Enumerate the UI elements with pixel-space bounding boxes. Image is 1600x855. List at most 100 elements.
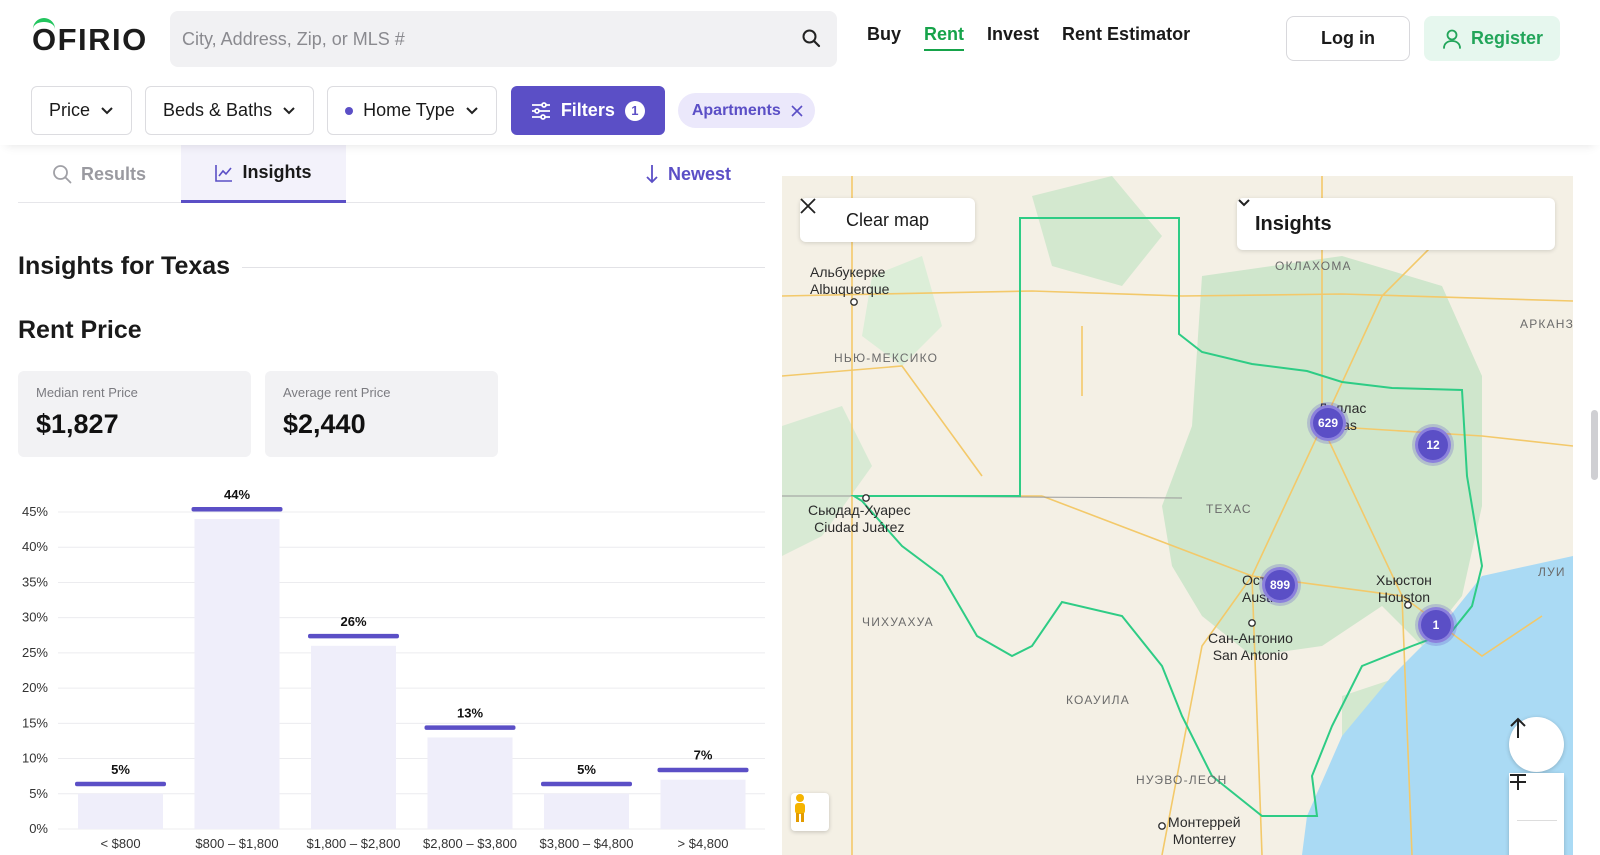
pegman-icon [795,794,805,822]
bar-value-label: 5% [111,762,130,777]
median-rent-card: Median rent Price $1,827 [18,371,251,457]
map-label-arkansas: АРКАНЗ [1520,317,1573,331]
y-tick-label: 45% [22,504,48,519]
beds-baths-filter[interactable]: Beds & Baths [145,86,315,135]
y-tick-label: 25% [22,645,48,660]
average-rent-value: $2,440 [283,409,366,439]
active-dot [345,106,354,115]
sort-control[interactable]: Newest [646,145,731,203]
search-icon [53,165,72,184]
chevron-down-icon [283,106,295,114]
y-tick-label: 10% [22,751,48,766]
map-view[interactable]: Clear map Insights Альбукерке Albuquerque… [782,176,1573,855]
rent-price-chart: 0% 5% 10% 15% 20% 25% 30% 35% 40% 45% 5% < $800 44% $… [22,487,765,851]
price-filter[interactable]: Price [31,86,133,135]
bar-value-label: 13% [457,705,483,720]
tab-results[interactable]: Results [52,145,146,203]
home-type-label: Home Type [363,100,455,120]
main-nav: Buy Rent Invest Rent Estimator [867,24,1190,51]
sliders-icon [531,101,550,120]
map-layer-dropdown[interactable]: Insights [1237,198,1555,250]
price-filter-label: Price [49,100,91,120]
tab-insights-label: Insights [242,162,312,182]
nav-buy[interactable]: Buy [867,24,901,51]
register-button[interactable]: Register [1424,16,1560,61]
filters-count-badge: 1 [624,100,645,121]
close-icon[interactable] [791,104,803,117]
chart-bar [78,793,163,829]
ofirio-logo[interactable]: OFIRIO [32,16,148,60]
chart-bar [660,779,746,829]
zoom-out-button[interactable] [1509,774,1564,855]
clear-map-button[interactable]: Clear map [800,198,975,242]
tab-insights[interactable]: Insights [181,145,346,203]
chart-bar [311,645,396,829]
nav-rent[interactable]: Rent [924,24,965,51]
bar-value-label: 7% [694,748,713,763]
bar-value-label: 44% [224,487,250,502]
map-label-monterrey: Монтеррей Monterrey [1168,814,1241,847]
rent-price-heading: Rent Price [18,316,142,344]
x-tick-label: $2,800 – $3,800 [423,836,517,851]
y-tick-label: 20% [22,680,48,695]
minus-icon [1510,774,1526,776]
chart-bar [544,793,629,829]
search-icon [802,29,821,47]
user-icon [1443,29,1461,49]
x-tick-label: $800 – $1,800 [195,836,278,851]
apartments-chip[interactable]: Apartments [677,93,815,128]
filters-button[interactable]: Filters 1 [510,86,665,135]
map-label-albuquerque: Альбукерке Albuquerque [810,264,890,297]
chevron-down-icon [1238,199,1250,207]
scroll-to-top-button[interactable] [1509,717,1564,772]
home-type-filter[interactable]: Home Type [327,86,497,135]
chart-bar [427,737,513,829]
map-layer-label: Insights [1255,212,1332,235]
arrow-up-icon [1510,717,1526,738]
sort-label: Newest [667,163,731,184]
tab-results-label: Results [81,163,147,184]
map-label-coahuila: КОАУИЛА [1066,693,1130,707]
search-button[interactable] [799,27,823,51]
filter-bar: Price Beds & Baths Home Type Filters 1 A… [31,86,815,135]
login-button[interactable]: Log in [1286,16,1410,61]
median-rent-label: Median rent Price [36,385,138,400]
filters-label: Filters [560,100,615,120]
clear-map-label: Clear map [845,209,930,230]
x-tick-label: > $4,800 [678,836,729,851]
map-label-san-antonio: Сан-Антонио San Antonio [1208,630,1293,663]
bar-value-label: 5% [577,762,596,777]
y-tick-label: 40% [22,539,48,554]
insights-title: Insights for Texas [18,252,231,280]
cluster-marker-east-texas[interactable]: 12 [1415,427,1451,463]
nav-rent-estimator[interactable]: Rent Estimator [1062,24,1190,51]
arrow-down-icon [646,165,658,184]
map-label-houston: Хьюстон Houston [1376,572,1432,605]
y-tick-label: 30% [22,610,48,625]
y-tick-label: 35% [22,574,48,589]
search-input[interactable] [182,28,799,50]
chart-bar-cap [424,725,516,730]
chart-bar-cap [308,633,399,639]
chevron-down-icon [101,106,113,114]
nav-invest[interactable]: Invest [987,24,1039,51]
cluster-marker-austin[interactable]: 899 [1262,567,1298,603]
bar-value-label: 26% [340,614,366,629]
median-rent-value: $1,827 [36,409,119,439]
zoom-in-button[interactable] [1509,773,1564,815]
site-header: OFIRIO Buy Rent Invest Rent Estimator Lo… [0,0,1600,145]
y-tick-label: 15% [22,715,48,730]
street-view-pegman[interactable] [791,793,829,831]
map-label-oklahoma: ОКЛАХОМА [1275,259,1352,273]
close-icon [800,198,816,214]
map-label-nuevo-leon: НУЭВО-ЛЕОН [1136,773,1228,787]
map-label-louisiana: ЛУИ [1538,565,1566,579]
chart-bar-cap [657,767,749,773]
register-label: Register [1470,28,1544,48]
chart-bar-cap [541,781,632,787]
cluster-marker-dallas[interactable]: 629 [1310,405,1346,441]
page-scrollbar[interactable] [1591,410,1598,480]
chart-bar [194,519,280,829]
cluster-marker-houston[interactable]: 1 [1418,607,1454,643]
x-tick-label: < $800 [100,836,140,851]
